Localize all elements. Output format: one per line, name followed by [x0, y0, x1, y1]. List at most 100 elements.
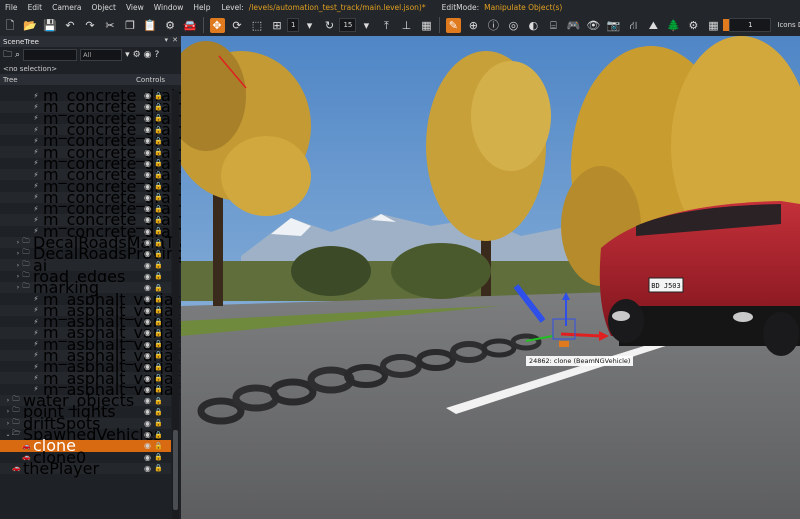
save-icon[interactable]: 💾 [43, 18, 58, 33]
paste-icon[interactable]: 📋 [143, 18, 158, 33]
lock-icon[interactable]: 🔒 [154, 385, 163, 393]
terrain-icon[interactable]: ⛰ [646, 18, 661, 33]
tree-row[interactable]: 🚗 thePlayer ◉ 🔒 [0, 459, 171, 478]
settings-icon[interactable]: ⚙ [133, 50, 141, 60]
expand-chevron-icon[interactable]: › [14, 273, 22, 280]
lock-icon[interactable]: 🔒 [154, 261, 163, 269]
visibility-eye-icon[interactable]: ◉ [144, 396, 151, 405]
mesh-icon: ⚡ [33, 204, 39, 213]
redo-icon[interactable]: ↷ [83, 18, 98, 33]
rotate-gizmo-icon[interactable]: ⟳ [230, 18, 245, 33]
rotate-snap-icon[interactable]: ↻ [322, 18, 337, 33]
menu-camera[interactable]: Camera [47, 3, 86, 12]
add-folder-icon[interactable]: 🗀 [3, 47, 12, 63]
dropdown-icon[interactable]: ▾ [359, 18, 374, 33]
filter-select[interactable]: All [80, 49, 123, 61]
lock-icon[interactable]: 🔒 [154, 453, 163, 461]
visibility-eye-icon[interactable]: ◉ [144, 453, 151, 462]
align-icon[interactable]: ⤒ [379, 18, 394, 33]
snap-value-field[interactable]: 1 [287, 18, 300, 32]
visibility-eye-icon[interactable]: ◉ [144, 464, 151, 473]
folder-icon: 🗀 [12, 406, 20, 415]
lock-icon[interactable]: 🔒 [154, 397, 163, 405]
copy-icon[interactable]: ❐ [123, 18, 138, 33]
close-icon[interactable]: ✕ [172, 36, 178, 44]
icons-distance-field[interactable]: 1 [729, 18, 772, 32]
toolbar-divider [203, 17, 204, 33]
expand-chevron-icon[interactable]: › [14, 262, 22, 269]
expand-chevron-icon[interactable]: › [14, 239, 22, 246]
mesh-icon: ⚡ [33, 102, 39, 111]
tree-row[interactable]: › 🗀 DecalRoadsProvingGround ◉ 🔒 [0, 244, 245, 263]
rotate-snap-field[interactable]: 15 [339, 18, 357, 32]
visibility-eye-icon[interactable]: ◉ [144, 249, 151, 258]
expand-chevron-icon[interactable]: › [4, 420, 12, 427]
forest-icon[interactable]: 🌲 [666, 18, 681, 33]
lock-icon[interactable]: 🔒 [154, 250, 163, 258]
dropdown-icon[interactable]: ▾ [125, 50, 130, 60]
scrollbar-thumb[interactable] [173, 430, 178, 510]
expand-chevron-icon[interactable]: › [4, 397, 12, 404]
mesh-icon: ⚡ [33, 317, 39, 326]
search-input[interactable] [23, 49, 78, 61]
add-icon[interactable]: ⊕ [466, 18, 481, 33]
expand-chevron-icon[interactable]: › [4, 408, 12, 415]
tree-list: ⚡ m_concrete_drain ◉ 🔒 ⚡ m_concrete_drain ◉ 🔒 ⚡ m… [0, 86, 245, 478]
road-icon[interactable]: ⛙ [626, 18, 641, 33]
mesh-icon: ⚡ [33, 328, 39, 337]
visibility-eye-icon[interactable]: ◉ [144, 272, 151, 281]
menu-help[interactable]: Help [188, 3, 215, 12]
visibility-eye-icon[interactable]: ◉ [144, 261, 151, 270]
menu-object[interactable]: Object [87, 3, 121, 12]
expand-chevron-icon[interactable]: › [14, 250, 22, 257]
half-circle-icon[interactable]: ◐ [526, 18, 541, 33]
menu-window[interactable]: Window [149, 3, 189, 12]
panel-menu-icon[interactable]: ▾ [164, 36, 168, 44]
tree-header: Tree Controls [0, 74, 181, 85]
lock-icon[interactable]: 🔒 [154, 431, 163, 439]
3d-viewport[interactable]: BD J503 24862: clone (BeamNGVehicle) [181, 36, 800, 519]
snap-grid-icon[interactable]: ⊞ [270, 18, 285, 33]
search-icon[interactable]: ⌕ [15, 50, 20, 60]
settings-icon[interactable]: ⚙ [163, 18, 178, 33]
cut-icon[interactable]: ✂ [103, 18, 118, 33]
camera-icon[interactable]: 📷 [606, 18, 621, 33]
scale-gizmo-icon[interactable]: ⬚ [250, 18, 265, 33]
mesh-icon: ⚡ [33, 170, 39, 179]
gamepad-icon[interactable]: 🎮 [566, 18, 581, 33]
gear-icon[interactable]: ⚙ [686, 18, 701, 33]
visibility-eye-icon[interactable]: ◉ [144, 385, 151, 394]
expand-chevron-icon[interactable]: › [14, 284, 22, 291]
help-icon[interactable]: ? [155, 50, 160, 60]
lock-icon[interactable]: 🔒 [154, 442, 163, 450]
edit-circle-icon[interactable]: ◎ [506, 18, 521, 33]
menu-view[interactable]: View [121, 3, 149, 12]
pencil-icon[interactable]: ✎ [445, 17, 461, 33]
open-folder-icon[interactable]: 📂 [23, 18, 38, 33]
visibility-eye-icon[interactable]: ◉ [144, 441, 151, 450]
menu-file[interactable]: File [0, 3, 23, 12]
menu-edit[interactable]: Edit [23, 3, 48, 12]
info-icon[interactable]: ⓘ [486, 18, 501, 33]
new-file-icon[interactable]: 🗋 [3, 18, 18, 33]
expand-chevron-icon[interactable]: ⌄ [4, 431, 12, 438]
undo-icon[interactable]: ↶ [63, 18, 78, 33]
dropdown-icon[interactable]: ▾ [302, 18, 317, 33]
visibility-eye-icon[interactable]: ◉ [144, 430, 151, 439]
lock-icon[interactable]: 🔒 [154, 408, 163, 416]
eye-icon[interactable]: 👁 [586, 18, 601, 33]
signal-icon[interactable]: ◉ [144, 50, 152, 60]
cylinder-icon[interactable]: ⌸ [546, 18, 561, 33]
grid-icon[interactable]: ▦ [706, 18, 721, 33]
folder-icon: 🗀 [22, 259, 30, 268]
tree-row[interactable]: ⌄ 🗁 SpawnedVehicles ◉ 🔒 [0, 425, 171, 444]
vehicle-icon[interactable]: 🚘 [183, 18, 198, 33]
icons-distance-label: Icons Distan [777, 21, 800, 29]
world-space-icon[interactable]: ▦ [419, 18, 434, 33]
tree-scrollbar[interactable] [172, 90, 179, 519]
move-gizmo-icon[interactable]: ✥ [209, 17, 225, 33]
lock-icon[interactable]: 🔒 [154, 464, 163, 472]
lock-icon[interactable]: 🔒 [154, 272, 163, 280]
visibility-eye-icon[interactable]: ◉ [144, 407, 151, 416]
local-space-icon[interactable]: ⊥ [399, 18, 414, 33]
